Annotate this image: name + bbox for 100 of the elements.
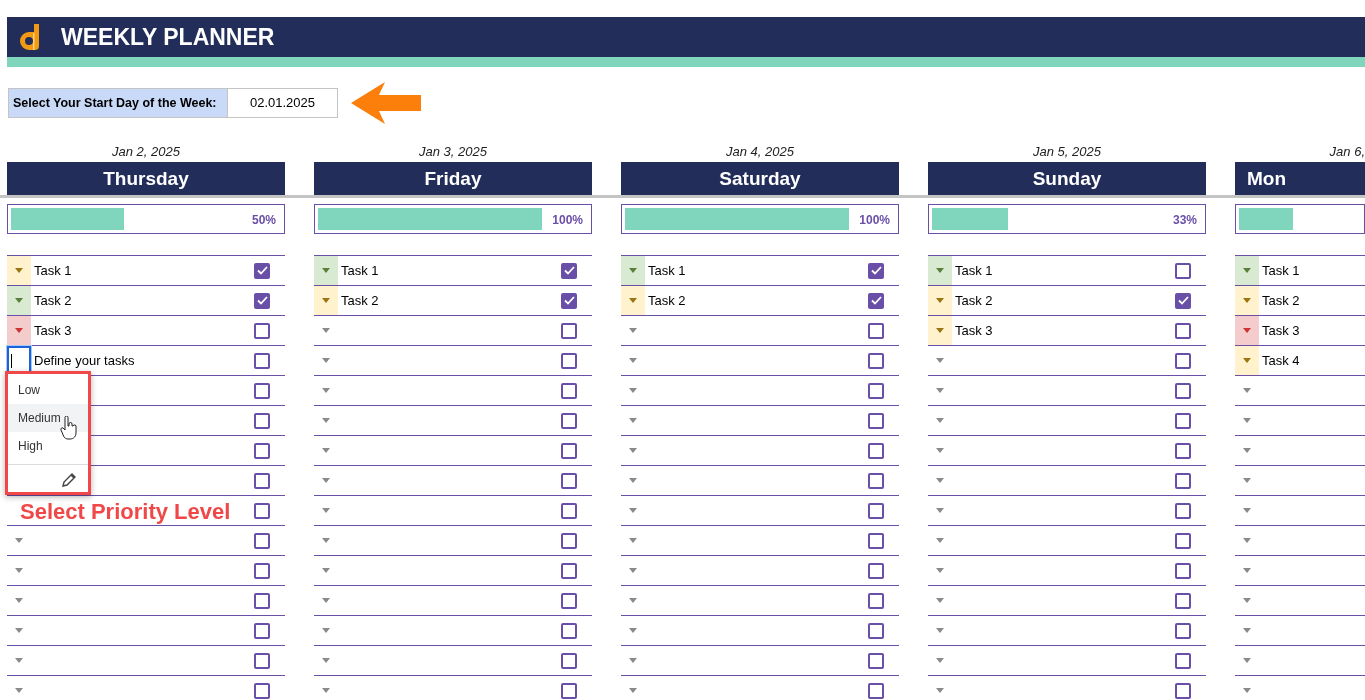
caret-icon[interactable] bbox=[322, 508, 330, 513]
checkbox[interactable] bbox=[1175, 322, 1191, 339]
caret-icon[interactable] bbox=[1243, 328, 1251, 333]
checkbox[interactable] bbox=[254, 322, 270, 339]
priority-cell[interactable] bbox=[621, 286, 645, 315]
caret-icon[interactable] bbox=[15, 298, 23, 303]
checkbox[interactable] bbox=[1175, 562, 1191, 579]
caret-icon[interactable] bbox=[1243, 448, 1251, 453]
caret-icon[interactable] bbox=[629, 418, 637, 423]
caret-icon[interactable] bbox=[629, 568, 637, 573]
caret-icon[interactable] bbox=[1243, 688, 1251, 693]
checkbox[interactable] bbox=[1175, 382, 1191, 399]
checkbox[interactable] bbox=[1175, 502, 1191, 519]
caret-icon[interactable] bbox=[322, 418, 330, 423]
checkbox[interactable] bbox=[1175, 352, 1191, 369]
caret-icon[interactable] bbox=[1243, 298, 1251, 303]
caret-icon[interactable] bbox=[1243, 388, 1251, 393]
checkbox[interactable] bbox=[561, 622, 577, 639]
caret-icon[interactable] bbox=[15, 538, 23, 543]
priority-cell[interactable] bbox=[7, 286, 31, 315]
checkbox[interactable] bbox=[561, 352, 577, 369]
menu-item[interactable]: High bbox=[8, 432, 88, 460]
caret-icon[interactable] bbox=[629, 688, 637, 693]
caret-icon[interactable] bbox=[1243, 538, 1251, 543]
checkbox[interactable] bbox=[254, 502, 270, 519]
checkbox[interactable] bbox=[561, 592, 577, 609]
checkbox[interactable] bbox=[561, 652, 577, 669]
checkbox[interactable] bbox=[254, 262, 270, 279]
priority-cell[interactable] bbox=[928, 316, 952, 345]
checkbox[interactable] bbox=[868, 682, 884, 699]
caret-icon[interactable] bbox=[15, 328, 23, 333]
checkbox[interactable] bbox=[254, 652, 270, 669]
caret-icon[interactable] bbox=[1243, 658, 1251, 663]
checkbox[interactable] bbox=[868, 562, 884, 579]
pencil-icon[interactable] bbox=[62, 472, 76, 487]
checkbox[interactable] bbox=[254, 622, 270, 639]
checkbox[interactable] bbox=[868, 382, 884, 399]
caret-icon[interactable] bbox=[1243, 628, 1251, 633]
caret-icon[interactable] bbox=[1243, 598, 1251, 603]
checkbox[interactable] bbox=[1175, 682, 1191, 699]
caret-icon[interactable] bbox=[629, 298, 637, 303]
priority-cell[interactable] bbox=[314, 286, 338, 315]
priority-cell[interactable] bbox=[928, 286, 952, 315]
checkbox[interactable] bbox=[254, 382, 270, 399]
caret-icon[interactable] bbox=[936, 568, 944, 573]
priority-cell[interactable] bbox=[7, 256, 31, 285]
menu-item[interactable]: Medium bbox=[8, 404, 88, 432]
caret-icon[interactable] bbox=[322, 538, 330, 543]
checkbox[interactable] bbox=[1175, 532, 1191, 549]
caret-icon[interactable] bbox=[322, 598, 330, 603]
caret-icon[interactable] bbox=[322, 628, 330, 633]
caret-icon[interactable] bbox=[322, 328, 330, 333]
checkbox[interactable] bbox=[254, 562, 270, 579]
caret-icon[interactable] bbox=[629, 448, 637, 453]
caret-icon[interactable] bbox=[629, 508, 637, 513]
caret-icon[interactable] bbox=[15, 268, 23, 273]
checkbox[interactable] bbox=[254, 412, 270, 429]
caret-icon[interactable] bbox=[15, 658, 23, 663]
caret-icon[interactable] bbox=[1243, 508, 1251, 513]
caret-icon[interactable] bbox=[936, 508, 944, 513]
caret-icon[interactable] bbox=[936, 628, 944, 633]
checkbox[interactable] bbox=[868, 262, 884, 279]
checkbox[interactable] bbox=[254, 292, 270, 309]
caret-icon[interactable] bbox=[629, 598, 637, 603]
caret-icon[interactable] bbox=[629, 388, 637, 393]
menu-item[interactable]: Low bbox=[8, 376, 88, 404]
caret-icon[interactable] bbox=[322, 298, 330, 303]
checkbox[interactable] bbox=[561, 412, 577, 429]
caret-icon[interactable] bbox=[15, 628, 23, 633]
caret-icon[interactable] bbox=[629, 268, 637, 273]
checkbox[interactable] bbox=[868, 442, 884, 459]
checkbox[interactable] bbox=[868, 502, 884, 519]
caret-icon[interactable] bbox=[1243, 268, 1251, 273]
checkbox[interactable] bbox=[561, 562, 577, 579]
caret-icon[interactable] bbox=[15, 568, 23, 573]
caret-icon[interactable] bbox=[936, 328, 944, 333]
checkbox[interactable] bbox=[868, 532, 884, 549]
caret-icon[interactable] bbox=[322, 388, 330, 393]
checkbox[interactable] bbox=[254, 682, 270, 699]
caret-icon[interactable] bbox=[1243, 478, 1251, 483]
caret-icon[interactable] bbox=[629, 358, 637, 363]
checkbox[interactable] bbox=[254, 472, 270, 489]
checkbox[interactable] bbox=[561, 532, 577, 549]
checkbox[interactable] bbox=[868, 322, 884, 339]
checkbox[interactable] bbox=[561, 292, 577, 309]
caret-icon[interactable] bbox=[629, 328, 637, 333]
checkbox[interactable] bbox=[1175, 652, 1191, 669]
caret-icon[interactable] bbox=[936, 298, 944, 303]
caret-icon[interactable] bbox=[322, 358, 330, 363]
checkbox[interactable] bbox=[561, 442, 577, 459]
caret-icon[interactable] bbox=[629, 658, 637, 663]
checkbox[interactable] bbox=[254, 592, 270, 609]
checkbox[interactable] bbox=[254, 352, 270, 369]
caret-icon[interactable] bbox=[936, 448, 944, 453]
caret-icon[interactable] bbox=[936, 358, 944, 363]
caret-icon[interactable] bbox=[322, 268, 330, 273]
checkbox[interactable] bbox=[868, 472, 884, 489]
caret-icon[interactable] bbox=[629, 478, 637, 483]
checkbox[interactable] bbox=[868, 652, 884, 669]
caret-icon[interactable] bbox=[322, 478, 330, 483]
